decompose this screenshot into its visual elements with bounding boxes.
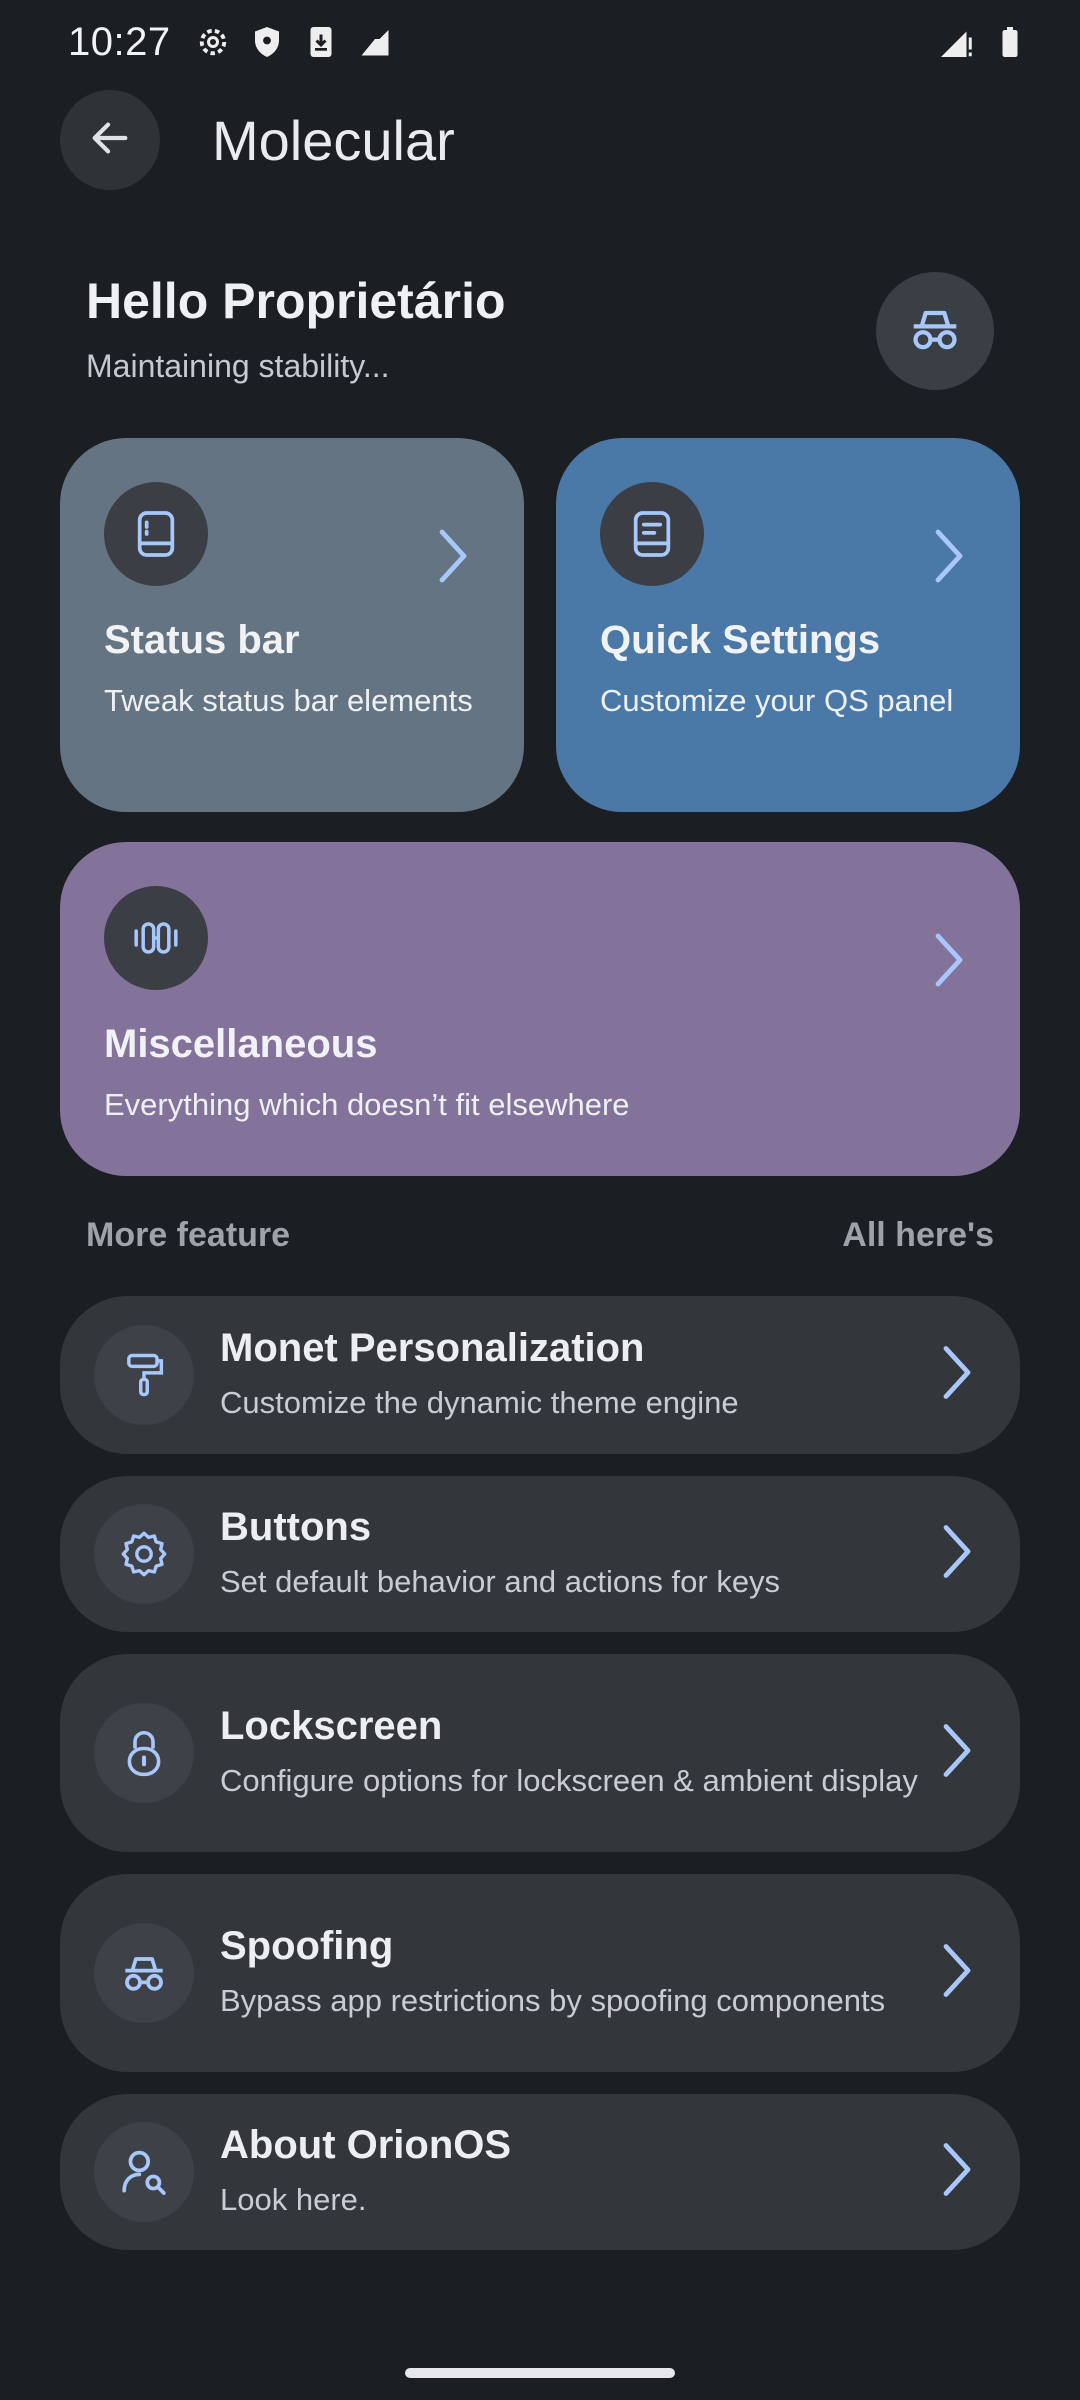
gear-icon (195, 24, 231, 60)
row-monet-personalization[interactable]: Monet Personalization Customize the dyna… (60, 1296, 1020, 1454)
shield-icon (249, 24, 285, 60)
system-status-bar: 10:27 (0, 0, 1080, 84)
status-bar-card[interactable]: Status bar Tweak status bar elements (60, 438, 524, 812)
row-lockscreen[interactable]: Lockscreen Configure options for lockscr… (60, 1654, 1020, 1852)
person-search-icon (94, 2122, 194, 2222)
download-icon (303, 24, 339, 60)
card-subtitle: Everything which doesn’t fit elsewhere (104, 1087, 630, 1122)
panel-list-icon (600, 482, 704, 586)
row-title: Monet Personalization (220, 1326, 645, 1371)
phone-tablet-icon (104, 482, 208, 586)
section-title: More feature (86, 1216, 291, 1254)
section-link[interactable]: All here's (842, 1216, 994, 1255)
row-spoofing[interactable]: Spoofing Bypass app restrictions by spoo… (60, 1874, 1020, 2072)
card-title: Miscellaneous (104, 1022, 378, 1066)
lock-icon (94, 1703, 194, 1803)
chevron-right-icon (936, 1941, 976, 2006)
chevron-right-icon (928, 930, 968, 995)
top-app-bar: Molecular (60, 90, 455, 190)
miscellaneous-card[interactable]: Miscellaneous Everything which doesn’t f… (60, 842, 1020, 1176)
row-text: Spoofing Bypass app restrictions by spoo… (220, 1924, 986, 2022)
row-buttons[interactable]: Buttons Set default behavior and actions… (60, 1476, 1020, 1632)
paint-roller-icon (94, 1325, 194, 1425)
greeting-section: Hello Proprietário Maintaining stability… (86, 272, 506, 385)
greeting-subtitle: Maintaining stability... (86, 348, 390, 384)
row-text: Buttons Set default behavior and actions… (220, 1505, 986, 1603)
chevron-right-icon (928, 526, 968, 591)
chevron-right-icon (936, 1343, 976, 1408)
row-subtitle: Configure options for lockscreen & ambie… (220, 1763, 918, 1799)
status-icons-right (938, 24, 1028, 60)
home-gesture-bar[interactable] (405, 2368, 675, 2378)
back-button[interactable] (60, 90, 160, 190)
arrow-left-icon (87, 115, 133, 166)
row-subtitle: Set default behavior and actions for key… (220, 1564, 781, 1600)
cell-signal-icon (938, 24, 974, 60)
row-title: Spoofing (220, 1924, 394, 1969)
row-about-orionos[interactable]: About OrionOS Look here. (60, 2094, 1020, 2250)
status-time: 10:27 (68, 19, 171, 64)
card-subtitle: Tweak status bar elements (104, 683, 473, 718)
vibration-icon (104, 886, 208, 990)
gear-icon (94, 1504, 194, 1604)
row-text: Lockscreen Configure options for lockscr… (220, 1704, 986, 1802)
row-subtitle: Look here. (220, 2182, 367, 2218)
incognito-icon (94, 1923, 194, 2023)
incognito-icon (903, 297, 967, 366)
card-title: Quick Settings (600, 618, 881, 662)
status-icons-left (195, 24, 393, 60)
row-title: Lockscreen (220, 1704, 443, 1749)
row-subtitle: Customize the dynamic theme engine (220, 1385, 739, 1421)
chevron-right-icon (936, 1522, 976, 1587)
row-subtitle: Bypass app restrictions by spoofing comp… (220, 1983, 886, 2019)
quick-settings-card[interactable]: Quick Settings Customize your QS panel (556, 438, 1020, 812)
incognito-button[interactable] (876, 272, 994, 390)
row-title: About OrionOS (220, 2123, 512, 2168)
row-title: Buttons (220, 1505, 372, 1550)
chevron-right-icon (432, 526, 472, 591)
row-text: Monet Personalization Customize the dyna… (220, 1326, 986, 1424)
signal-triangle-icon (357, 24, 393, 60)
greeting-title: Hello Proprietário (86, 273, 506, 329)
card-subtitle: Customize your QS panel (600, 683, 954, 718)
section-header: More feature All here's (86, 1216, 994, 1255)
row-text: About OrionOS Look here. (220, 2123, 986, 2221)
chevron-right-icon (936, 1721, 976, 1786)
page-title: Molecular (212, 108, 455, 172)
chevron-right-icon (936, 2140, 976, 2205)
card-title: Status bar (104, 618, 300, 662)
battery-icon (992, 24, 1028, 60)
